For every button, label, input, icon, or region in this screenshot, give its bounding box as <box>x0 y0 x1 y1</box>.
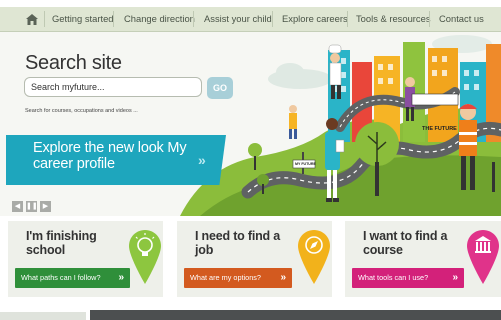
card-find-a-course[interactable]: I want to find a course What tools can I… <box>345 221 501 297</box>
chevron-right-icon: » <box>118 272 124 283</box>
card-button-label: What are my options? <box>190 273 261 282</box>
card-button-label: What paths can I follow? <box>21 273 101 282</box>
card-finishing-school[interactable]: I'm finishing school What paths can I fo… <box>8 221 163 297</box>
compass-icon <box>298 230 330 284</box>
search-hint: Search for courses, occupations and vide… <box>25 108 138 114</box>
slider-next-button[interactable]: ▶ <box>40 201 51 212</box>
card-title: I want to find a course <box>363 229 448 257</box>
chevron-right-icon: » <box>198 152 206 168</box>
sign-my-future: MY FUTURE <box>295 162 316 166</box>
card-title: I'm finishing school <box>26 229 97 257</box>
chevron-right-icon: » <box>280 272 286 283</box>
what-tools-button[interactable]: What tools can I use? » <box>352 268 464 288</box>
slider-pause-button[interactable]: ❚❚ <box>26 201 38 212</box>
nav-divider <box>272 11 273 27</box>
footer-left <box>0 312 86 320</box>
lightbulb-icon <box>129 230 161 284</box>
top-navigation: Getting started Change direction Assist … <box>0 7 501 32</box>
nav-item-explore-careers[interactable]: Explore careers <box>282 7 348 31</box>
search-go-button[interactable]: GO <box>207 77 233 99</box>
slider-prev-button[interactable]: ◀ <box>12 201 23 212</box>
card-title: I need to find a job <box>195 229 280 257</box>
search-input[interactable] <box>24 77 202 97</box>
card-find-a-job[interactable]: I need to find a job What are my options… <box>177 221 332 297</box>
footer-bar <box>90 310 501 320</box>
nav-item-getting-started[interactable]: Getting started <box>52 7 114 31</box>
nav-divider <box>347 11 348 27</box>
card-button-label: What tools can I use? <box>358 273 429 282</box>
banner-text: Explore the new look My career profile <box>33 140 187 172</box>
building-icon <box>467 230 499 284</box>
nav-divider <box>429 11 430 27</box>
search-title: Search site <box>25 52 122 74</box>
what-options-button[interactable]: What are my options? » <box>184 268 292 288</box>
nav-divider <box>44 11 45 27</box>
what-paths-button[interactable]: What paths can I follow? » <box>15 268 130 288</box>
chevron-right-icon: » <box>452 272 458 283</box>
nav-item-contact-us[interactable]: Contact us <box>439 7 484 31</box>
hero-carousel: Search site GO Search for courses, occup… <box>0 32 501 216</box>
nav-divider <box>113 11 114 27</box>
nav-item-assist-your-child[interactable]: Assist your child <box>204 7 272 31</box>
nav-item-change-direction[interactable]: Change direction <box>124 7 195 31</box>
sign-the-future: THE FUTURE <box>422 126 457 132</box>
home-icon[interactable] <box>20 11 44 27</box>
nav-divider <box>193 11 194 27</box>
nav-item-tools-resources[interactable]: Tools & resources <box>356 7 431 31</box>
career-profile-banner[interactable]: Explore the new look My career profile » <box>6 135 226 185</box>
